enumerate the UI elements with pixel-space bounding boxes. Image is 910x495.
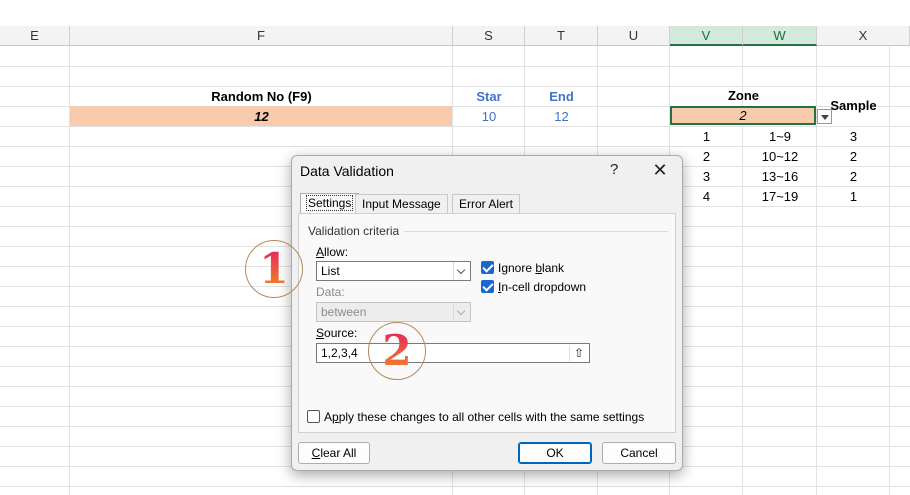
column-header-u[interactable]: U <box>598 26 670 46</box>
tab-input-message[interactable]: Input Message <box>355 194 448 213</box>
zone-table-sample[interactable]: 2 <box>817 169 890 184</box>
zone-table-range[interactable]: 10~12 <box>743 149 817 164</box>
ignore-blank-label[interactable]: Ignore blank <box>498 261 564 275</box>
allow-select[interactable]: List <box>316 261 471 281</box>
zone-table-range[interactable]: 13~16 <box>743 169 817 184</box>
end-header[interactable]: End <box>525 89 598 104</box>
data-select: between <box>316 302 471 322</box>
tab-settings-label: Settings <box>305 195 354 211</box>
grid-line <box>0 66 910 67</box>
zone-table-range[interactable]: 17~19 <box>743 189 817 204</box>
zone-value[interactable]: 2 <box>670 108 816 123</box>
zone-table-range[interactable]: 1~9 <box>743 129 817 144</box>
allow-label: Allow: <box>316 245 349 259</box>
clear-all-button[interactable]: Clear All <box>298 442 370 464</box>
random-no-value[interactable]: 12 <box>70 109 453 124</box>
apply-to-all-checkbox[interactable] <box>307 410 320 423</box>
collapse-dialog-icon[interactable]: ⇧ <box>569 345 588 361</box>
tab-input-message-label: Input Message <box>362 197 441 211</box>
allow-value: List <box>321 264 340 278</box>
column-header-t[interactable]: T <box>525 26 598 46</box>
column-header-x[interactable]: X <box>817 26 910 46</box>
source-label: Source: <box>316 326 358 340</box>
grid-line <box>0 86 910 87</box>
in-cell-dropdown-checkbox[interactable] <box>481 280 494 293</box>
zone-table-zone[interactable]: 1 <box>670 129 743 144</box>
data-validation-dialog: Data Validation ? ✕ Settings Input Messa… <box>291 155 683 471</box>
zone-header[interactable]: Zone <box>670 88 817 103</box>
column-header-s[interactable]: S <box>453 26 525 46</box>
random-no-header[interactable]: Random No (F9) <box>70 89 453 104</box>
dialog-title: Data Validation <box>300 163 394 179</box>
validation-criteria-label: Validation criteria <box>308 224 400 238</box>
tab-error-alert[interactable]: Error Alert <box>452 194 521 213</box>
tab-settings[interactable]: Settings <box>300 193 360 213</box>
grid-line <box>0 146 910 147</box>
tab-error-alert-label: Error Alert <box>459 197 514 211</box>
cell-dropdown-arrow-icon[interactable] <box>817 109 832 124</box>
annotation-circle-1: 1 <box>245 240 303 298</box>
grid-line <box>0 486 910 487</box>
cancel-button[interactable]: Cancel <box>602 442 676 464</box>
close-icon[interactable]: ✕ <box>648 159 672 181</box>
apply-to-all-label[interactable]: Apply these changes to all other cells w… <box>324 410 644 424</box>
data-value: between <box>321 305 367 319</box>
annotation-number-2: 2 <box>369 323 425 379</box>
zone-table-sample[interactable]: 2 <box>817 149 890 164</box>
star-value[interactable]: 10 <box>453 109 525 124</box>
ok-button[interactable]: OK <box>518 442 592 464</box>
column-header-w[interactable]: W <box>743 26 817 46</box>
zone-table-sample[interactable]: 1 <box>817 189 890 204</box>
sheet-top-bar <box>0 0 910 27</box>
data-label: Data: <box>316 285 345 299</box>
ignore-blank-checkbox[interactable] <box>481 261 494 274</box>
group-divider <box>404 231 668 232</box>
in-cell-dropdown-label[interactable]: In-cell dropdown <box>498 280 586 294</box>
grid-line <box>889 46 890 495</box>
column-header-v[interactable]: V <box>670 26 743 46</box>
source-input[interactable]: 1,2,3,4 ⇧ <box>316 343 590 363</box>
column-header-e[interactable]: E <box>0 26 70 46</box>
chevron-down-icon <box>453 303 470 321</box>
settings-panel <box>298 213 676 433</box>
star-header[interactable]: Star <box>453 89 525 104</box>
column-header-f[interactable]: F <box>70 26 453 46</box>
help-icon[interactable]: ? <box>610 161 618 178</box>
source-value: 1,2,3,4 <box>321 346 358 360</box>
end-value[interactable]: 12 <box>525 109 598 124</box>
annotation-number-1: 1 <box>246 241 302 297</box>
grid-line <box>0 126 910 127</box>
annotation-circle-2: 2 <box>368 322 426 380</box>
chevron-down-icon <box>453 262 470 280</box>
zone-table-sample[interactable]: 3 <box>817 129 890 144</box>
